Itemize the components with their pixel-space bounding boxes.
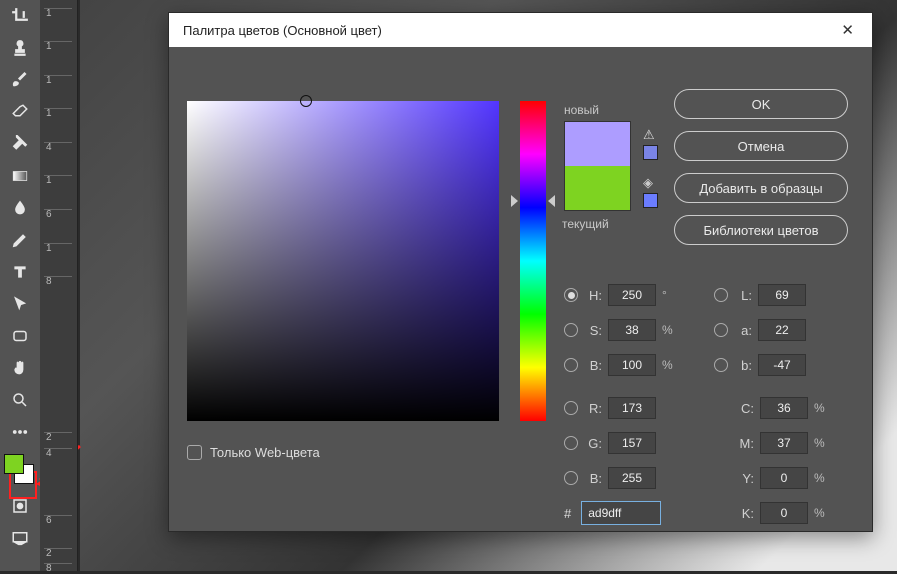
- add-swatch-button[interactable]: Добавить в образцы: [674, 173, 848, 203]
- close-icon[interactable]: ✕: [833, 17, 862, 43]
- gradient-icon[interactable]: [0, 160, 40, 192]
- radio-g[interactable]: [564, 436, 578, 450]
- cancel-button[interactable]: Отмена: [674, 131, 848, 161]
- input-y[interactable]: [760, 467, 808, 489]
- input-b-hsb[interactable]: [608, 354, 656, 376]
- label-c: C:: [736, 401, 754, 416]
- label-g: G:: [584, 436, 602, 451]
- type-icon[interactable]: [0, 256, 40, 288]
- web-only-label: Только Web-цвета: [210, 445, 320, 460]
- label-y: Y:: [736, 471, 754, 486]
- pen-icon[interactable]: [0, 224, 40, 256]
- zoom-icon[interactable]: [0, 384, 40, 416]
- radio-a[interactable]: [714, 323, 728, 337]
- input-a[interactable]: [758, 319, 806, 341]
- rectangle-icon[interactable]: [0, 320, 40, 352]
- path-select-icon[interactable]: [0, 288, 40, 320]
- gamut-warning-icon[interactable]: ⚠: [643, 127, 655, 143]
- label-b-rgb: B:: [584, 471, 602, 486]
- healing-icon[interactable]: [0, 128, 40, 160]
- input-k[interactable]: [760, 502, 808, 524]
- color-value-fields: H: ° S: % B: %: [564, 279, 850, 519]
- brush-icon[interactable]: [0, 64, 40, 96]
- tools-panel: [0, 0, 40, 571]
- color-preview: [564, 121, 631, 211]
- input-h[interactable]: [608, 284, 656, 306]
- color-libraries-button[interactable]: Библиотеки цветов: [674, 215, 848, 245]
- foreground-color-swatch[interactable]: [4, 454, 24, 474]
- label-b-lab: b:: [734, 358, 752, 373]
- stamp-icon[interactable]: [0, 32, 40, 64]
- eraser-icon[interactable]: [0, 96, 40, 128]
- input-s[interactable]: [608, 319, 656, 341]
- quickmask-icon[interactable]: [0, 490, 40, 522]
- sb-cursor: [300, 95, 312, 107]
- input-g[interactable]: [608, 432, 656, 454]
- label-h: H:: [584, 288, 602, 303]
- color-swatches: [0, 450, 40, 490]
- label-s: S:: [584, 323, 602, 338]
- label-r: R:: [584, 401, 602, 416]
- crop-icon[interactable]: [0, 0, 40, 32]
- radio-r[interactable]: [564, 401, 578, 415]
- radio-l[interactable]: [714, 288, 728, 302]
- more-icon[interactable]: [0, 416, 40, 448]
- websafe-warning-icon[interactable]: ◈: [643, 175, 653, 191]
- color-picker-dialog: Палитра цветов (Основной цвет) ✕ новый т…: [168, 12, 873, 532]
- input-l[interactable]: [758, 284, 806, 306]
- current-color-label: текущий: [562, 217, 609, 231]
- input-m[interactable]: [760, 432, 808, 454]
- label-m: M:: [736, 436, 754, 451]
- radio-s[interactable]: [564, 323, 578, 337]
- web-only-checkbox[interactable]: [187, 445, 202, 460]
- ok-button[interactable]: OK: [674, 89, 848, 119]
- input-r[interactable]: [608, 397, 656, 419]
- label-a: a:: [734, 323, 752, 338]
- unit-deg: °: [662, 288, 678, 302]
- label-l: L:: [734, 288, 752, 303]
- saturation-brightness-field[interactable]: [187, 101, 499, 421]
- radio-b-lab[interactable]: [714, 358, 728, 372]
- hue-arrow-left: [511, 195, 518, 207]
- hue-arrow-right: [548, 195, 555, 207]
- radio-b[interactable]: [564, 358, 578, 372]
- input-b-lab[interactable]: [758, 354, 806, 376]
- new-color-swatch[interactable]: [565, 122, 630, 166]
- label-b-hsb: B:: [584, 358, 602, 373]
- dialog-titlebar[interactable]: Палитра цветов (Основной цвет) ✕: [169, 13, 872, 47]
- radio-h[interactable]: [564, 288, 578, 302]
- input-hex[interactable]: [581, 501, 661, 525]
- vertical-ruler: 1 1 1 1 4 1 6 1 8 2 4 6 2 8: [40, 0, 78, 571]
- input-b-rgb[interactable]: [608, 467, 656, 489]
- hex-hash: #: [564, 506, 571, 521]
- radio-b-rgb[interactable]: [564, 471, 578, 485]
- input-c[interactable]: [760, 397, 808, 419]
- label-k: K:: [736, 506, 754, 521]
- hand-icon[interactable]: [0, 352, 40, 384]
- gamut-warning-swatch[interactable]: [643, 145, 658, 160]
- current-color-swatch[interactable]: [565, 166, 630, 210]
- websafe-warning-swatch[interactable]: [643, 193, 658, 208]
- blur-icon[interactable]: [0, 192, 40, 224]
- dialog-title: Палитра цветов (Основной цвет): [183, 23, 382, 38]
- screenmode-icon[interactable]: [0, 522, 40, 554]
- new-color-label: новый: [564, 103, 599, 117]
- hue-slider[interactable]: [520, 101, 546, 421]
